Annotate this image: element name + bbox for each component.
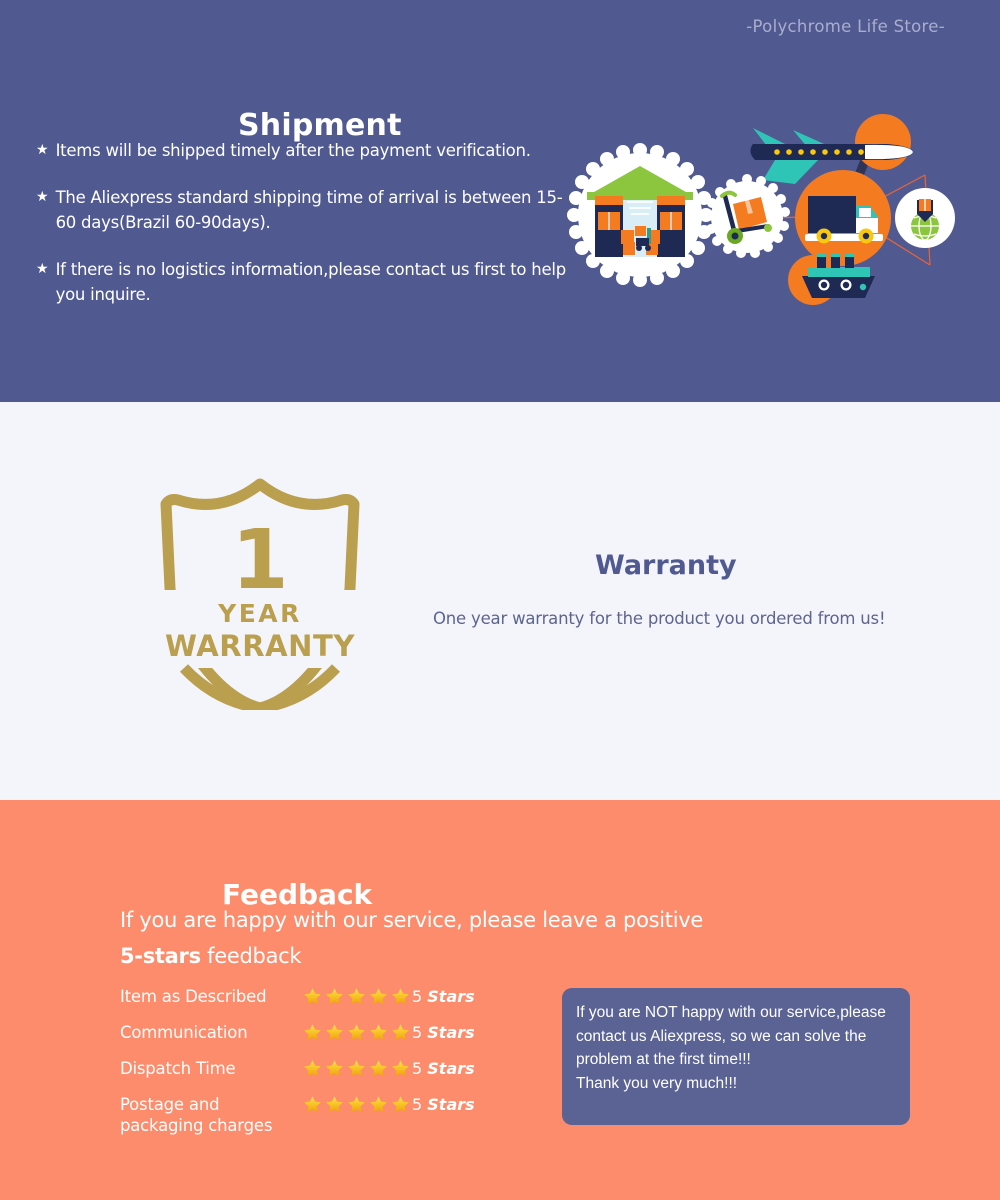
- warranty-word-label: WARRANTY: [165, 629, 355, 663]
- rating-label: Communication: [120, 1023, 248, 1042]
- rating-unit: Stars: [427, 1059, 475, 1078]
- star-icon: [326, 988, 343, 1005]
- star-icon: [348, 1024, 365, 1041]
- shipment-bullet-text: If there is no logistics information,ple…: [55, 260, 567, 304]
- star-icon: [348, 988, 365, 1005]
- warranty-year-number: 1: [231, 513, 288, 608]
- table-row: Dispatch Time 5 Stars: [120, 1058, 520, 1094]
- warranty-heading: Warranty: [595, 550, 737, 582]
- star-icon: [326, 1060, 343, 1077]
- star-icon: [326, 1096, 343, 1113]
- rating-label: Postage and packaging charges: [120, 1095, 273, 1135]
- warranty-badge: 1 YEAR WARRANTY: [150, 470, 370, 714]
- star-bullet-icon: ★: [36, 141, 49, 157]
- shipment-bullet-text: The Aliexpress standard shipping time of…: [55, 188, 563, 232]
- shipment-section: -Polychrome Life Store- Shipment ★ Items…: [0, 0, 1000, 402]
- star-icon: [370, 1024, 387, 1041]
- star-bullet-icon: ★: [36, 188, 49, 204]
- rating-value: 5 Stars: [412, 1095, 475, 1114]
- globe-pin-icon: [895, 188, 955, 248]
- rating-list: Item as Described 5 Stars Communication: [120, 986, 520, 1135]
- rating-value: 5 Stars: [412, 987, 475, 1006]
- star-icon: [370, 988, 387, 1005]
- rating-value: 5 Stars: [412, 1023, 475, 1042]
- rating-value: 5 Stars: [412, 1059, 475, 1078]
- rating-unit: Stars: [427, 987, 475, 1006]
- feedback-word-feedback: feedback: [200, 944, 302, 968]
- rating-number: 5: [412, 1095, 423, 1114]
- rating-stars: [302, 1058, 411, 1079]
- rating-stars: [302, 1022, 411, 1043]
- feedback-request-line-1: If you are happy with our service, pleas…: [120, 908, 704, 932]
- rating-unit: Stars: [427, 1023, 475, 1042]
- rating-label: Dispatch Time: [120, 1059, 236, 1078]
- star-icon: [370, 1060, 387, 1077]
- shipment-bullet-text: Items will be shipped timely after the p…: [55, 141, 531, 160]
- feedback-5-stars-emphasis: 5-stars: [120, 944, 201, 968]
- hand-truck-icon: [704, 174, 790, 258]
- rating-number: 5: [412, 987, 423, 1006]
- star-icon: [304, 1060, 321, 1077]
- rating-unit: Stars: [427, 1095, 475, 1114]
- star-icon: [392, 988, 409, 1005]
- table-row: Postage and packaging charges 5 Stars: [120, 1094, 520, 1135]
- rating-stars: [302, 986, 411, 1007]
- feedback-request-line-2: 5-stars feedback: [120, 944, 302, 968]
- rating-label: Item as Described: [120, 987, 267, 1006]
- shipment-bullet-list: ★ Items will be shipped timely after the…: [36, 138, 576, 329]
- list-item: ★ If there is no logistics information,p…: [36, 257, 576, 307]
- warranty-description: One year warranty for the product you or…: [433, 608, 886, 628]
- table-row: Item as Described 5 Stars: [120, 986, 520, 1022]
- star-icon: [326, 1024, 343, 1041]
- store-name: -Polychrome Life Store-: [746, 17, 945, 36]
- list-item: ★ Items will be shipped timely after the…: [36, 138, 576, 163]
- star-icon: [304, 988, 321, 1005]
- feedback-heading: Feedback: [222, 878, 373, 912]
- rating-number: 5: [412, 1023, 423, 1042]
- star-icon: [392, 1060, 409, 1077]
- star-icon: [304, 1024, 321, 1041]
- delivery-truck-icon: [795, 170, 891, 266]
- product-description-page: -Polychrome Life Store- Shipment ★ Items…: [0, 0, 1000, 1200]
- rating-number: 5: [412, 1059, 423, 1078]
- logistics-illustration: [565, 100, 985, 320]
- star-icon: [348, 1096, 365, 1113]
- table-row: Communication 5 Stars: [120, 1022, 520, 1058]
- star-icon: [392, 1096, 409, 1113]
- star-icon: [370, 1096, 387, 1113]
- star-icon: [348, 1060, 365, 1077]
- warehouse-icon: [567, 143, 713, 287]
- star-icon: [392, 1024, 409, 1041]
- warranty-year-label: YEAR: [217, 599, 302, 628]
- callout-text: If you are NOT happy with our service,pl…: [576, 1004, 886, 1092]
- list-item: ★ The Aliexpress standard shipping time …: [36, 185, 576, 235]
- unhappy-service-callout: If you are NOT happy with our service,pl…: [562, 988, 910, 1125]
- star-bullet-icon: ★: [36, 260, 49, 276]
- rating-stars: [302, 1094, 411, 1115]
- star-icon: [304, 1096, 321, 1113]
